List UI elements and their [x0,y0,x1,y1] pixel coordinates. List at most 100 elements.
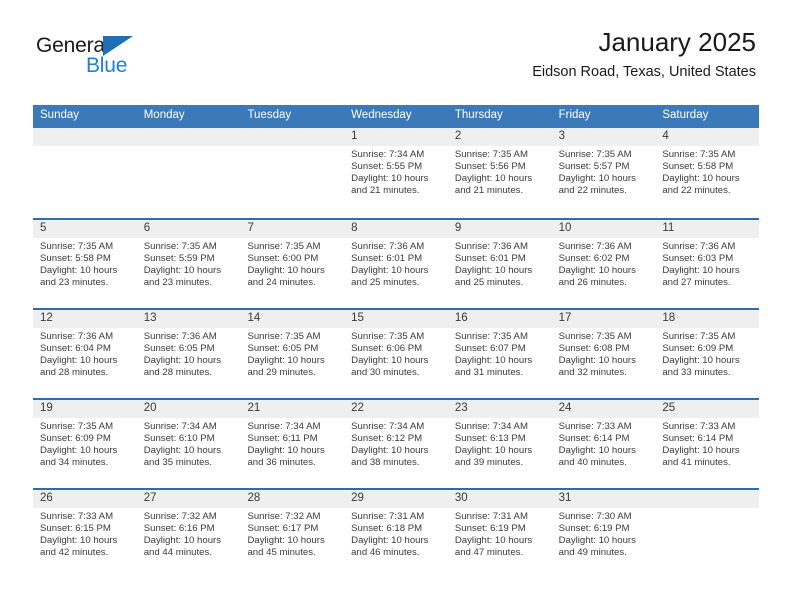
daylight-text-cont: and 47 minutes. [454,547,524,559]
calendar-day-cell[interactable]: 11 Sunrise: 7:36 AM Sunset: 6:03 PM Dayligh… [655,219,760,308]
calendar-day-cell[interactable]: 18 Sunrise: 7:35 AM Sunset: 6:09 PM Dayligh… [655,309,760,398]
sunrise-text: Sunrise: 7:36 AM [662,240,736,252]
sunset-text: Sunset: 6:17 PM [247,523,319,534]
calendar-day-cell[interactable]: 24 Sunrise: 7:33 AM Sunset: 6:14 PM Dayligh… [551,399,656,488]
daylight-text-cont: and 21 minutes. [454,185,524,197]
day-details: Sunrise: 7:32 AM Sunset: 6:16 PM Daylight:… [137,508,241,560]
calendar-day-cell[interactable]: 4 Sunrise: 7:35 AM Sunset: 5:58 PM Daylight… [655,127,760,218]
day-number: 29 [344,489,448,508]
sunrise-text: Sunrise: 7:35 AM [351,330,425,342]
day-details: Sunrise: 7:35 AM Sunset: 6:07 PM Daylight:… [448,328,552,380]
calendar-day-cell[interactable]: 16 Sunrise: 7:35 AM Sunset: 6:07 PM Dayligh… [447,309,552,398]
sunset-text: Sunset: 6:14 PM [662,433,734,444]
daylight-text-cont: and 49 minutes. [558,547,627,559]
sunrise-text: Sunrise: 7:33 AM [40,510,114,522]
calendar-day-cell[interactable]: 8 Sunrise: 7:36 AM Sunset: 6:01 PM Daylight… [344,219,448,308]
calendar-day-cell[interactable]: 20 Sunrise: 7:34 AM Sunset: 6:10 PM Dayligh… [136,399,241,488]
calendar-day-cell[interactable]: 2 Sunrise: 7:35 AM Sunset: 5:56 PM Daylight… [447,127,552,218]
day-number: 17 [551,309,656,328]
page-title: January 2025 [598,27,756,57]
calendar-day-cell[interactable]: 1 Sunrise: 7:34 AM Sunset: 5:55 PM Daylight… [344,127,448,218]
calendar-day-cell[interactable]: 6 Sunrise: 7:35 AM Sunset: 5:59 PM Daylight… [136,219,241,308]
day-number: 31 [551,489,656,508]
sunset-text: Sunset: 6:01 PM [454,253,526,264]
sunset-text: Sunset: 6:04 PM [40,343,111,354]
calendar-day-cell[interactable]: 28 Sunrise: 7:32 AM Sunset: 6:17 PM Dayligh… [240,489,345,578]
weekday-header-thursday: Thursday [454,109,503,121]
sunrise-text: Sunrise: 7:32 AM [247,510,321,522]
calendar-day-cell[interactable]: 13 Sunrise: 7:36 AM Sunset: 6:05 PM Dayligh… [136,309,241,398]
day-number: 6 [136,219,241,238]
day-details: Sunrise: 7:35 AM Sunset: 5:58 PM Daylight:… [655,146,759,198]
calendar-day-cell[interactable]: 30 Sunrise: 7:31 AM Sunset: 6:19 PM Dayligh… [447,489,552,578]
daylight-text-cont: and 23 minutes. [143,277,212,289]
calendar-day-cell[interactable]: 21 Sunrise: 7:34 AM Sunset: 6:11 PM Dayligh… [240,399,345,488]
daylight-text-cont: and 34 minutes. [40,457,109,469]
daylight-text: Daylight: 10 hours [662,355,740,367]
day-number: 30 [447,489,552,508]
calendar-day-cell[interactable]: 12 Sunrise: 7:36 AM Sunset: 6:04 PM Dayligh… [33,309,137,398]
sunrise-text: Sunrise: 7:35 AM [454,330,528,342]
page-header: General Blue January 2025 Eidson Road, T… [36,27,756,98]
daylight-text: Daylight: 10 hours [351,265,429,277]
daylight-text: Daylight: 10 hours [662,265,740,277]
sunset-text: Sunset: 5:58 PM [40,253,111,264]
day-number: 20 [136,399,241,418]
day-number [655,489,760,508]
daylight-text-cont: and 40 minutes. [558,457,627,469]
day-number: 13 [136,309,241,328]
day-number: 25 [655,399,760,418]
calendar-day-cell[interactable]: 9 Sunrise: 7:36 AM Sunset: 6:01 PM Daylight… [447,219,552,308]
sunrise-text: Sunrise: 7:35 AM [40,420,114,432]
calendar-day-cell[interactable]: 14 Sunrise: 7:35 AM Sunset: 6:05 PM Dayligh… [240,309,345,398]
daylight-text-cont: and 30 minutes. [351,367,420,379]
sunset-text: Sunset: 6:03 PM [662,253,734,264]
calendar-day-cell[interactable]: 27 Sunrise: 7:32 AM Sunset: 6:16 PM Dayligh… [136,489,241,578]
daylight-text: Daylight: 10 hours [558,173,636,185]
daylight-text: Daylight: 10 hours [351,355,429,367]
sunrise-text: Sunrise: 7:35 AM [454,148,528,160]
sunset-text: Sunset: 6:01 PM [351,253,423,264]
sunset-text: Sunset: 6:13 PM [454,433,526,444]
calendar-day-cell-empty [33,127,137,218]
sunrise-text: Sunrise: 7:36 AM [454,240,528,252]
calendar-day-cell[interactable]: 26 Sunrise: 7:33 AM Sunset: 6:15 PM Dayligh… [33,489,137,578]
day-number [136,127,241,146]
calendar-day-cell[interactable]: 10 Sunrise: 7:36 AM Sunset: 6:02 PM Dayligh… [551,219,656,308]
daylight-text: Daylight: 10 hours [351,445,429,457]
calendar-day-cell[interactable]: 23 Sunrise: 7:34 AM Sunset: 6:13 PM Dayligh… [447,399,552,488]
calendar-day-cell[interactable]: 7 Sunrise: 7:35 AM Sunset: 6:00 PM Daylight… [240,219,345,308]
sunset-text: Sunset: 6:11 PM [247,433,318,444]
calendar-day-cell[interactable]: 25 Sunrise: 7:33 AM Sunset: 6:14 PM Dayligh… [655,399,760,488]
sunrise-text: Sunrise: 7:35 AM [558,330,632,342]
calendar-day-cell[interactable]: 29 Sunrise: 7:31 AM Sunset: 6:18 PM Dayligh… [344,489,448,578]
day-details: Sunrise: 7:36 AM Sunset: 6:03 PM Daylight:… [655,238,759,290]
calendar-day-cell[interactable]: 3 Sunrise: 7:35 AM Sunset: 5:57 PM Daylight… [551,127,656,218]
calendar-day-cell[interactable]: 5 Sunrise: 7:35 AM Sunset: 5:58 PM Daylight… [33,219,137,308]
sunset-text: Sunset: 6:18 PM [351,523,423,534]
daylight-text-cont: and 39 minutes. [454,457,524,469]
calendar-day-cell[interactable]: 15 Sunrise: 7:35 AM Sunset: 6:06 PM Dayligh… [344,309,448,398]
sunset-text: Sunset: 5:59 PM [143,253,215,264]
calendar-day-cell[interactable]: 22 Sunrise: 7:34 AM Sunset: 6:12 PM Dayligh… [344,399,448,488]
day-number: 19 [33,399,137,418]
sunrise-text: Sunrise: 7:31 AM [351,510,425,522]
calendar-day-cell[interactable]: 31 Sunrise: 7:30 AM Sunset: 6:19 PM Dayligh… [551,489,656,578]
calendar-day-cell[interactable]: 17 Sunrise: 7:35 AM Sunset: 6:08 PM Dayligh… [551,309,656,398]
sunrise-text: Sunrise: 7:35 AM [143,240,217,252]
daylight-text: Daylight: 10 hours [40,355,118,367]
weekday-header-wednesday: Wednesday [351,109,412,121]
sunrise-text: Sunrise: 7:36 AM [351,240,425,252]
day-number: 26 [33,489,137,508]
daylight-text: Daylight: 10 hours [143,445,222,457]
calendar-day-cell[interactable]: 19 Sunrise: 7:35 AM Sunset: 6:09 PM Dayligh… [33,399,137,488]
day-details: Sunrise: 7:35 AM Sunset: 5:59 PM Daylight:… [137,238,241,290]
day-details: Sunrise: 7:34 AM Sunset: 6:10 PM Daylight:… [137,418,241,470]
sunset-text: Sunset: 6:05 PM [143,343,215,354]
day-number: 1 [344,127,448,146]
triangle-icon [103,36,133,56]
day-details: Sunrise: 7:35 AM Sunset: 6:09 PM Daylight:… [655,328,759,380]
generalblue-logo[interactable]: General Blue [36,34,166,86]
sunset-text: Sunset: 6:02 PM [558,253,630,264]
day-number: 11 [655,219,760,238]
